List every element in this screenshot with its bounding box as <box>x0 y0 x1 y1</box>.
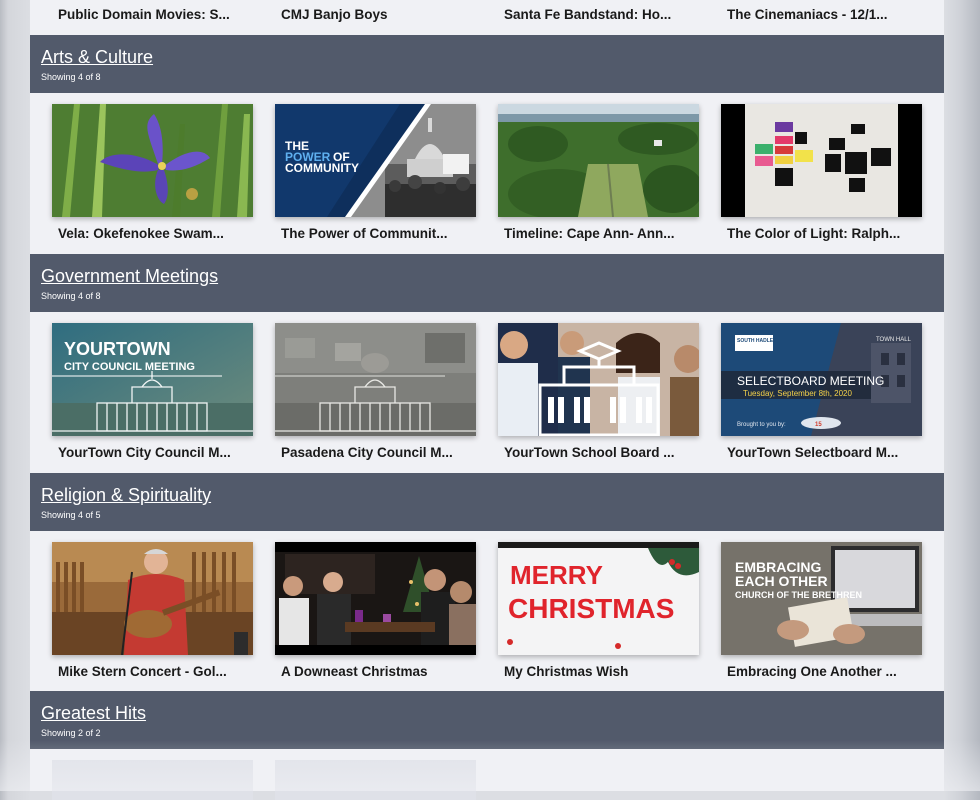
video-title[interactable]: Public Domain Movies: S... <box>52 7 253 22</box>
video-title[interactable]: The Power of Communit... <box>275 226 476 241</box>
selectboard-thumbnail: SOUTH HADLEY TOWN HALL SELECTBOARD MEETI… <box>721 323 922 436</box>
video-title[interactable]: Timeline: Cape Ann- Ann... <box>498 226 699 241</box>
loading-thumbnail-placeholder <box>275 760 476 800</box>
merry-christmas-thumbnail: MERRY CHRISTMAS <box>498 542 699 655</box>
video-title[interactable]: YourTown City Council M... <box>52 445 253 460</box>
video-title[interactable]: The Cinemaniacs - 12/1... <box>721 7 922 22</box>
video-title[interactable]: CMJ Banjo Boys <box>275 7 476 22</box>
svg-text:15: 15 <box>815 422 822 428</box>
catalog-page: Public Domain Movies: S... CMJ Banjo Boy… <box>30 0 944 800</box>
section-showing-count: Showing 4 of 5 <box>41 510 101 520</box>
video-title[interactable]: Vela: Okefenokee Swam... <box>52 226 253 241</box>
section-header-religion-spirituality: Religion & Spirituality Showing 4 of 5 <box>30 473 944 531</box>
city-hall-aerial-thumbnail <box>275 323 476 436</box>
thumb-text: YOURTOWN <box>64 339 171 359</box>
thumb-text: CHURCH OF THE BRETHREN <box>735 590 862 600</box>
city-hall-thumbnail: YOURTOWN CITY COUNCIL MEETING <box>52 323 253 436</box>
thumb-text: COMMUNITY <box>285 161 359 175</box>
video-thumbnail[interactable] <box>498 104 699 217</box>
video-title[interactable]: YourTown School Board ... <box>498 445 699 460</box>
aerial-cemetery-thumbnail <box>498 104 699 217</box>
top-title-row: Public Domain Movies: S... CMJ Banjo Boy… <box>30 0 944 34</box>
section-showing-count: Showing 4 of 8 <box>41 291 101 301</box>
video-title[interactable]: The Color of Light: Ralph... <box>721 226 922 241</box>
video-thumbnail[interactable] <box>275 323 476 436</box>
thumb-text: MERRY <box>510 560 603 590</box>
video-title[interactable]: Embracing One Another ... <box>721 664 922 679</box>
section-header-arts-culture: Arts & Culture Showing 4 of 8 <box>30 35 944 93</box>
thumb-text: Brought to you by: <box>737 422 786 428</box>
video-title[interactable]: A Downeast Christmas <box>275 664 476 679</box>
capitol-protest-thumbnail: THE POWER OF COMMUNITY <box>275 104 476 217</box>
loading-thumbnail-placeholder <box>52 760 253 800</box>
video-title[interactable]: My Christmas Wish <box>498 664 699 679</box>
thumb-text: SELECTBOARD MEETING <box>737 374 884 388</box>
people-at-table-thumbnail <box>275 542 476 655</box>
embracing-laptop-thumbnail: EMBRACING EACH OTHER CHURCH OF THE BRETH… <box>721 542 922 655</box>
school-board-thumbnail <box>498 323 699 436</box>
section-showing-count: Showing 2 of 2 <box>41 728 101 738</box>
section-heading-link[interactable]: Greatest Hits <box>41 703 146 724</box>
video-thumbnail[interactable] <box>52 542 253 655</box>
guitar-singer-thumbnail <box>52 542 253 655</box>
video-thumbnail[interactable] <box>275 542 476 655</box>
thumb-text: TOWN HALL <box>876 337 912 343</box>
thumb-text: CHRISTMAS <box>508 593 674 624</box>
video-thumbnail[interactable] <box>498 323 699 436</box>
thumb-text: EACH OTHER <box>735 573 828 589</box>
video-thumbnail[interactable] <box>52 104 253 217</box>
section-heading-link[interactable]: Government Meetings <box>41 266 218 287</box>
section-heading-link[interactable]: Arts & Culture <box>41 47 153 68</box>
thumb-text: Tuesday, September 8th, 2020 <box>743 389 853 398</box>
thumb-text: SOUTH HADLEY <box>737 338 777 344</box>
video-thumbnail[interactable]: SOUTH HADLEY TOWN HALL SELECTBOARD MEETI… <box>721 323 922 436</box>
video-thumbnail[interactable]: YOURTOWN CITY COUNCIL MEETING <box>52 323 253 436</box>
video-title[interactable]: Santa Fe Bandstand: Ho... <box>498 7 699 22</box>
section-heading-link[interactable]: Religion & Spirituality <box>41 485 211 506</box>
iris-flower-thumbnail <box>52 104 253 217</box>
section-header-greatest-hits: Greatest Hits Showing 2 of 2 <box>30 691 944 749</box>
video-thumbnail[interactable]: EMBRACING EACH OTHER CHURCH OF THE BRETH… <box>721 542 922 655</box>
video-title[interactable]: Pasadena City Council M... <box>275 445 476 460</box>
color-squares-thumbnail <box>721 104 922 217</box>
section-header-government-meetings: Government Meetings Showing 4 of 8 <box>30 254 944 312</box>
video-thumbnail[interactable]: THE POWER OF COMMUNITY <box>275 104 476 217</box>
video-title[interactable]: Mike Stern Concert - Gol... <box>52 664 253 679</box>
video-thumbnail[interactable] <box>721 104 922 217</box>
section-showing-count: Showing 4 of 8 <box>41 72 101 82</box>
video-title[interactable]: YourTown Selectboard M... <box>721 445 922 460</box>
video-thumbnail[interactable]: MERRY CHRISTMAS <box>498 542 699 655</box>
thumb-text: CITY COUNCIL MEETING <box>64 361 195 373</box>
